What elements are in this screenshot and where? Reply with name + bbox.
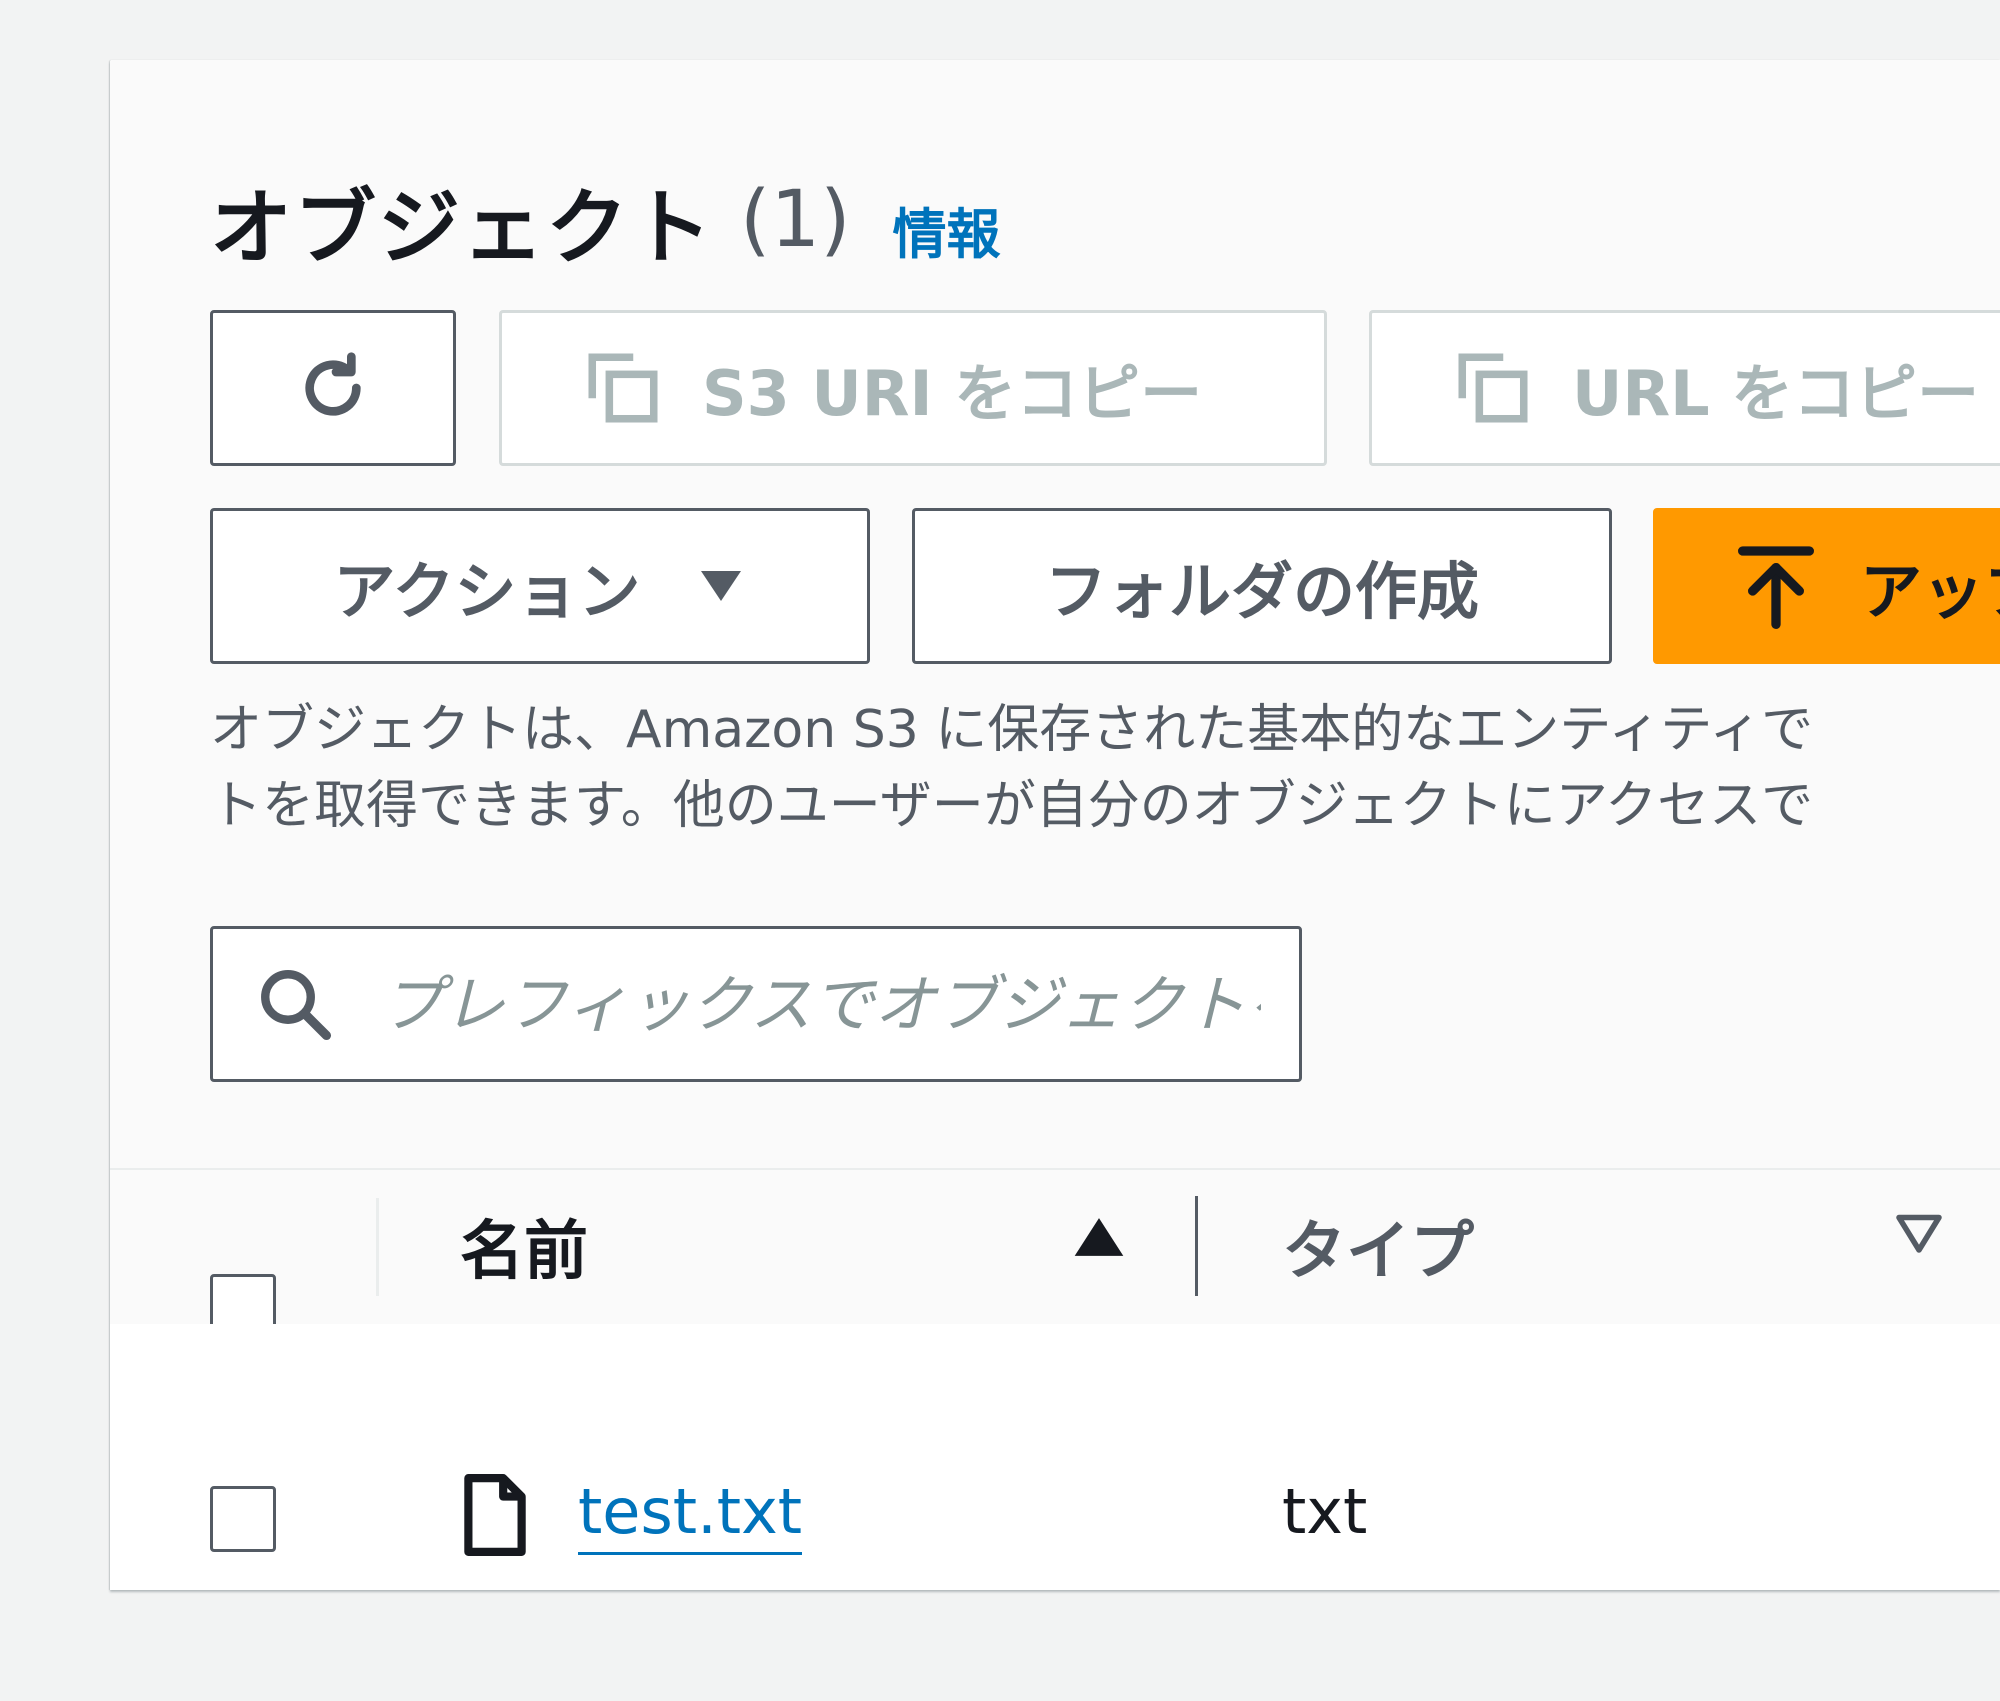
column-header-type[interactable]: タイプ [1282,1200,1474,1292]
file-icon [462,1472,528,1558]
copy-icon [582,347,664,429]
upload-label: アップロード [1860,555,2000,628]
panel-header: オブジェクト (1) 情報 S3 URI をコピー URL をコピー アクション… [110,60,2000,1170]
refresh-button[interactable] [210,310,456,466]
description-line-1: オブジェクトは、Amazon S3 に保存された基本的なエンティティで [210,700,1814,760]
upload-button[interactable]: アップロード [1653,508,2000,664]
objects-description: オブジェクトは、Amazon S3 に保存された基本的なエンティティで トを取得… [210,692,2000,844]
table-header-row: 名前 タイプ [110,1170,2000,1340]
object-name-link[interactable]: test.txt [578,1472,803,1555]
copy-url-button[interactable]: URL をコピー [1369,310,2000,466]
page-title: オブジェクト (1) 情報 [210,160,1001,280]
column-divider [376,1198,379,1296]
column-header-name[interactable]: 名前 [460,1200,588,1292]
search-icon [253,962,337,1046]
table-row: test.txt txt [110,1324,2000,1590]
objects-panel: オブジェクト (1) 情報 S3 URI をコピー URL をコピー アクション… [110,60,2000,1590]
actions-dropdown-button[interactable]: アクション [210,508,870,664]
caret-down-icon [696,566,746,606]
create-folder-button[interactable]: フォルダの作成 [912,508,1612,664]
row-checkbox[interactable] [210,1486,276,1552]
description-line-2: トを取得できます。他のユーザーが自分のオブジェクトにアクセスで [210,776,1814,836]
object-type-cell: txt [1282,1475,1368,1548]
refresh-icon [293,348,373,428]
search-box[interactable] [210,926,1302,1082]
sort-ascending-icon[interactable] [1072,1212,1126,1266]
object-count: (1) [740,175,851,265]
copy-s3-uri-button[interactable]: S3 URI をコピー [499,310,1327,466]
create-folder-label: フォルダの作成 [1044,555,1479,628]
upload-icon [1736,541,1816,631]
copy-url-label: URL をコピー [1572,357,1980,430]
title-text: オブジェクト [210,180,715,276]
copy-s3-uri-label: S3 URI をコピー [702,357,1203,430]
copy-icon [1452,347,1534,429]
actions-label: アクション [333,555,641,628]
column-resize-handle[interactable] [1195,1196,1198,1296]
sort-descending-icon[interactable] [1894,1212,1944,1262]
search-input[interactable] [381,967,1261,1041]
info-link[interactable]: 情報 [893,190,1001,269]
